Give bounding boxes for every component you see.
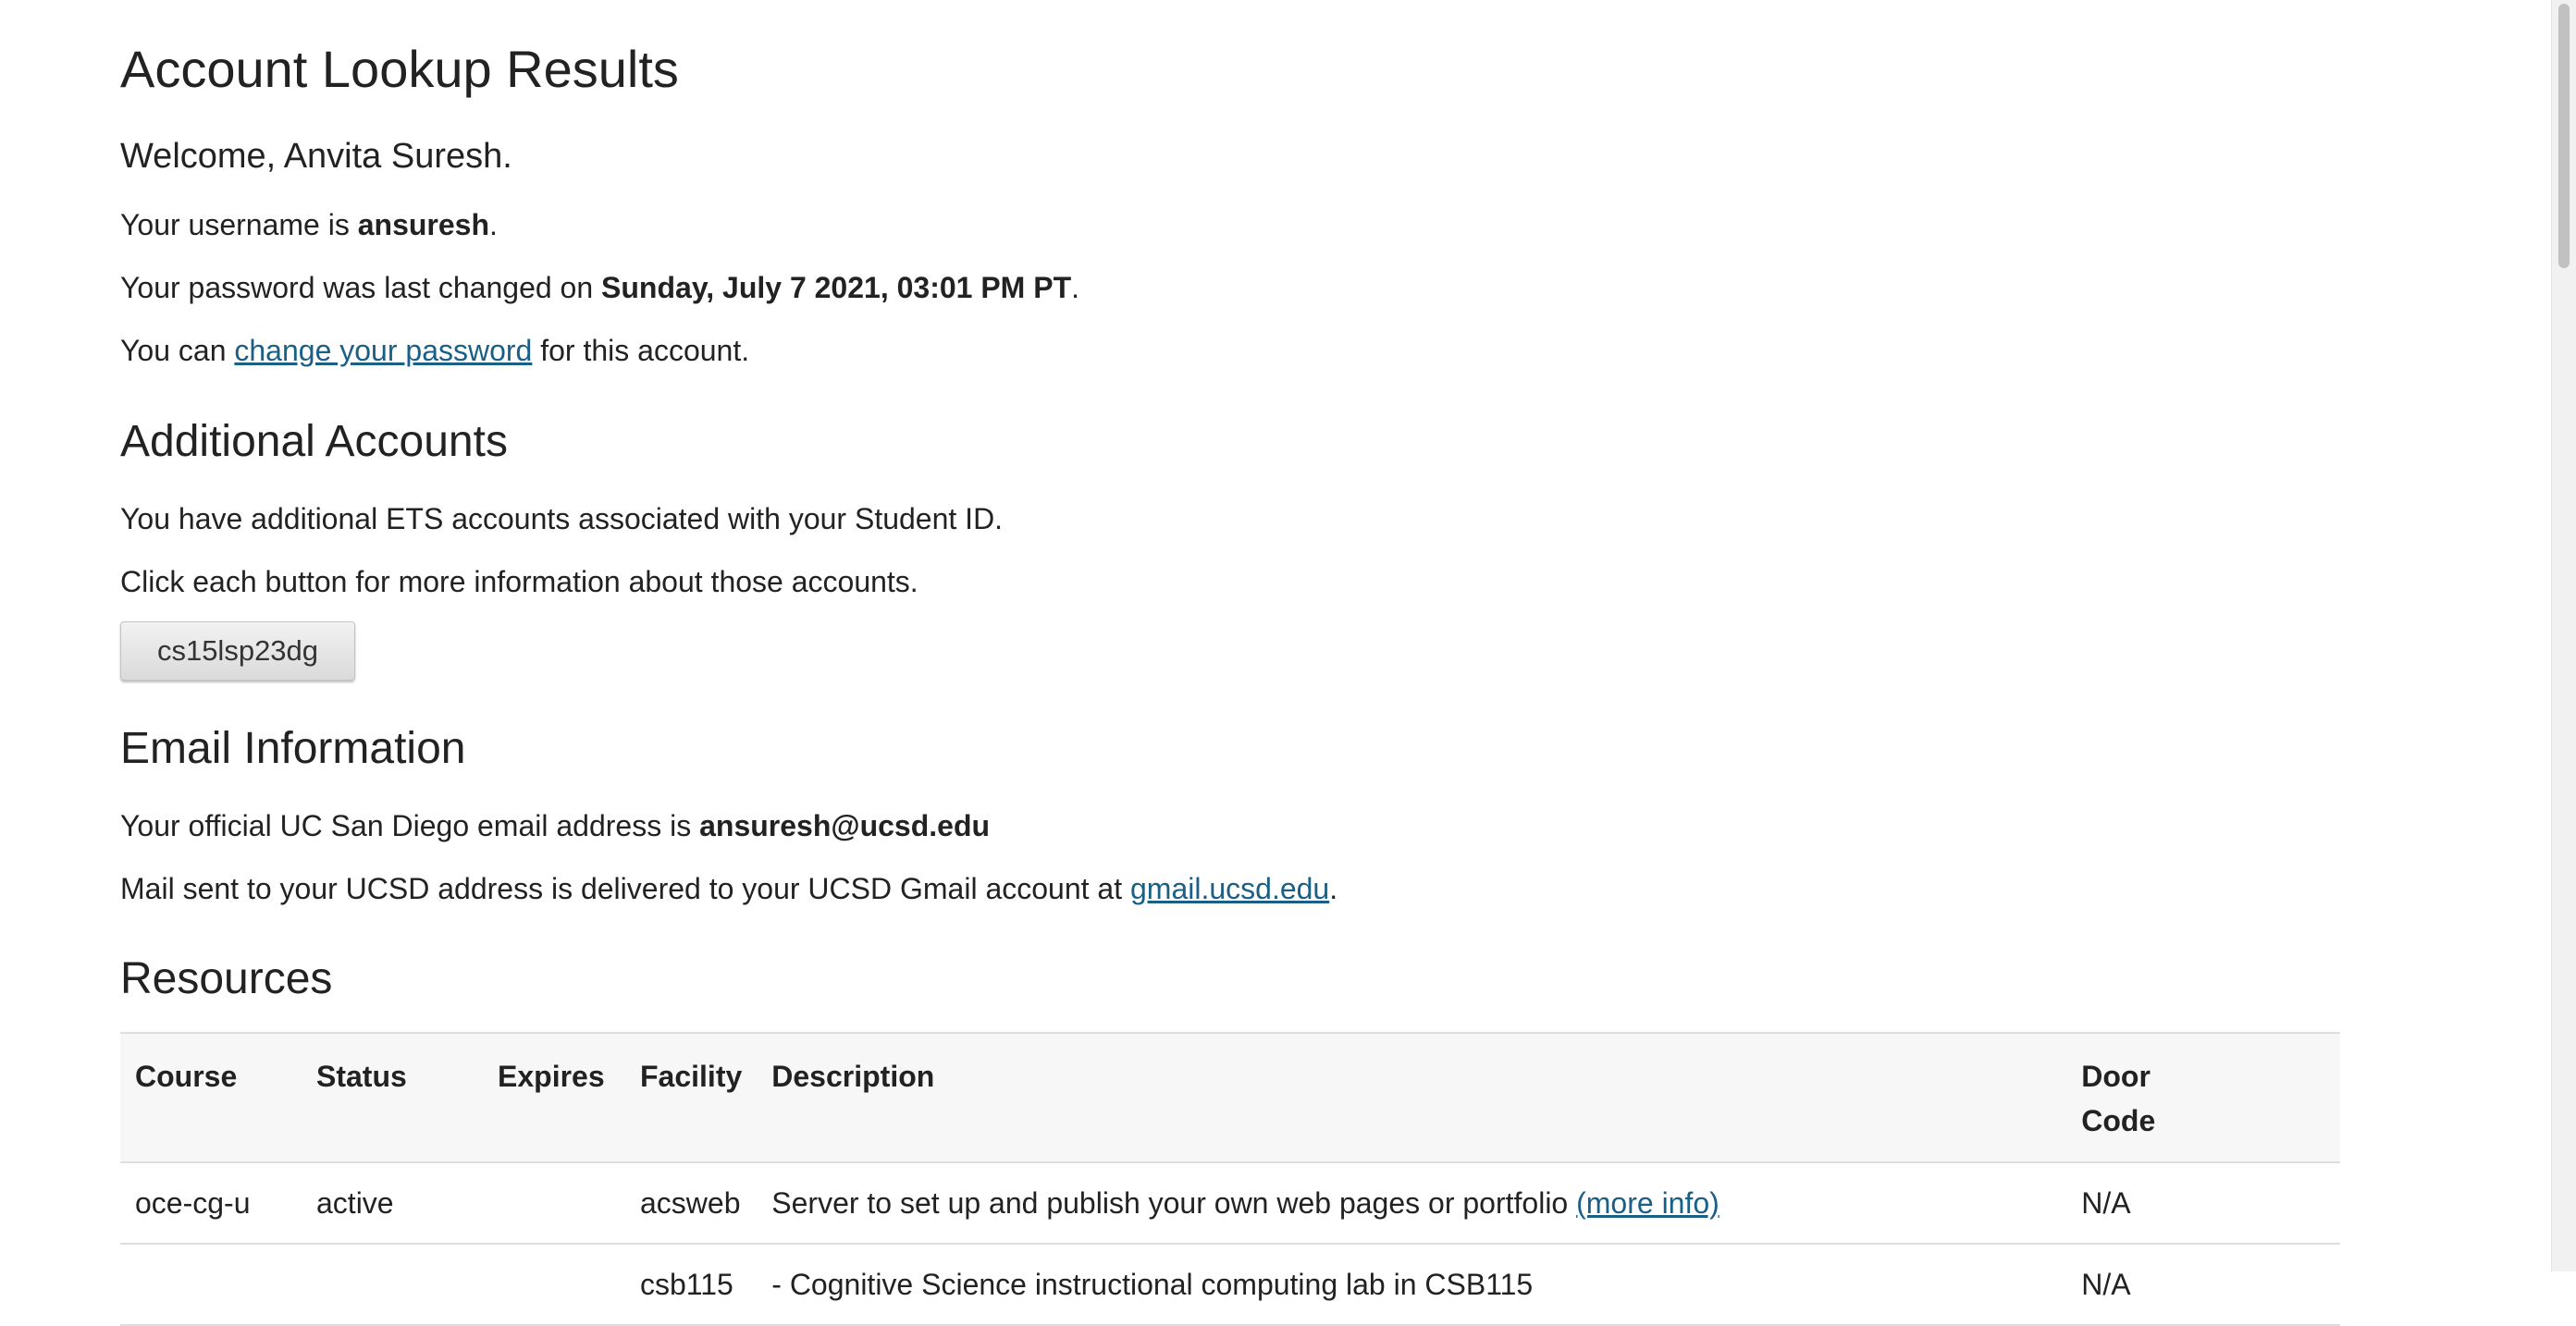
- more-info-link[interactable]: (more info): [1576, 1186, 1719, 1220]
- cell-facility: csb115: [625, 1244, 758, 1326]
- column-header-expires: Expires: [498, 1060, 605, 1093]
- door-code-label-line2: Code: [2081, 1104, 2156, 1137]
- resources-table: Course Status Expires Facility Descripti…: [120, 1032, 2340, 1326]
- column-header-course: Course: [135, 1060, 238, 1093]
- cell-status: [302, 1244, 483, 1326]
- additional-accounts-heading: Additional Accounts: [120, 417, 508, 466]
- cell-door-code: N/A: [2066, 1244, 2340, 1326]
- username-prefix: Your username is: [120, 208, 358, 241]
- resources-table-body: oce-cg-u active acsweb Server to set up …: [120, 1162, 2340, 1326]
- password-suffix: .: [1071, 271, 1079, 304]
- password-prefix: Your password was last changed on: [120, 271, 602, 304]
- change-suffix: for this account.: [532, 334, 750, 367]
- email-prefix: Your official UC San Diego email address…: [120, 809, 700, 842]
- cell-expires: [483, 1162, 625, 1245]
- welcome-message: Welcome, Anvita Suresh.: [120, 137, 512, 176]
- column-header-facility: Facility: [640, 1060, 743, 1093]
- gmail-delivery-line: Mail sent to your UCSD address is delive…: [120, 872, 1337, 906]
- additional-account-button[interactable]: cs15lsp23dg: [120, 621, 355, 681]
- change-password-line: You can change your password for this ac…: [120, 334, 749, 368]
- description-text: Server to set up and publish your own we…: [771, 1186, 1577, 1220]
- additional-accounts-instructions: Click each button for more information a…: [120, 565, 918, 598]
- gmail-link[interactable]: gmail.ucsd.edu: [1130, 872, 1329, 905]
- cell-facility: acsweb: [625, 1162, 758, 1245]
- password-changed-line: Your password was last changed on Sunday…: [120, 271, 1079, 305]
- table-header-row: Course Status Expires Facility Descripti…: [120, 1033, 2340, 1162]
- email-address: ansuresh@ucsd.edu: [699, 809, 991, 842]
- door-code-label-line1: Door: [2081, 1060, 2151, 1093]
- column-header-door-code: Door Code: [2066, 1033, 2340, 1162]
- cell-door-code: N/A: [2066, 1162, 2340, 1245]
- cell-description: Server to set up and publish your own we…: [757, 1162, 2067, 1245]
- password-date: Sunday, July 7 2021, 03:01 PM PT: [601, 271, 1072, 304]
- cell-course: [120, 1244, 302, 1326]
- official-email-line: Your official UC San Diego email address…: [120, 809, 990, 843]
- scrollbar-thumb[interactable]: [2558, 4, 2570, 268]
- resources-table-header: Course Status Expires Facility Descripti…: [120, 1033, 2340, 1162]
- change-password-link[interactable]: change your password: [234, 334, 532, 367]
- username-line: Your username is ansuresh.: [120, 208, 498, 242]
- column-header-description: Description: [771, 1060, 935, 1093]
- cell-course: oce-cg-u: [120, 1162, 302, 1245]
- cell-expires: [483, 1244, 625, 1326]
- page-title: Account Lookup Results: [120, 40, 679, 98]
- change-prefix: You can: [120, 334, 235, 367]
- vertical-scrollbar[interactable]: [2551, 0, 2576, 1271]
- username-value: ansuresh: [357, 208, 490, 241]
- additional-accounts-info: You have additional ETS accounts associa…: [120, 502, 1004, 535]
- column-header-status: Status: [316, 1060, 407, 1093]
- gmail-suffix: .: [1329, 872, 1338, 905]
- resources-heading: Resources: [120, 954, 333, 1003]
- table-row: csb115 - Cognitive Science instructional…: [120, 1244, 2340, 1326]
- email-information-heading: Email Information: [120, 724, 466, 773]
- cell-status: active: [302, 1162, 483, 1245]
- gmail-prefix: Mail sent to your UCSD address is delive…: [120, 872, 1130, 905]
- table-row: oce-cg-u active acsweb Server to set up …: [120, 1162, 2340, 1245]
- cell-description: - Cognitive Science instructional comput…: [757, 1244, 2067, 1326]
- username-suffix: .: [489, 208, 498, 241]
